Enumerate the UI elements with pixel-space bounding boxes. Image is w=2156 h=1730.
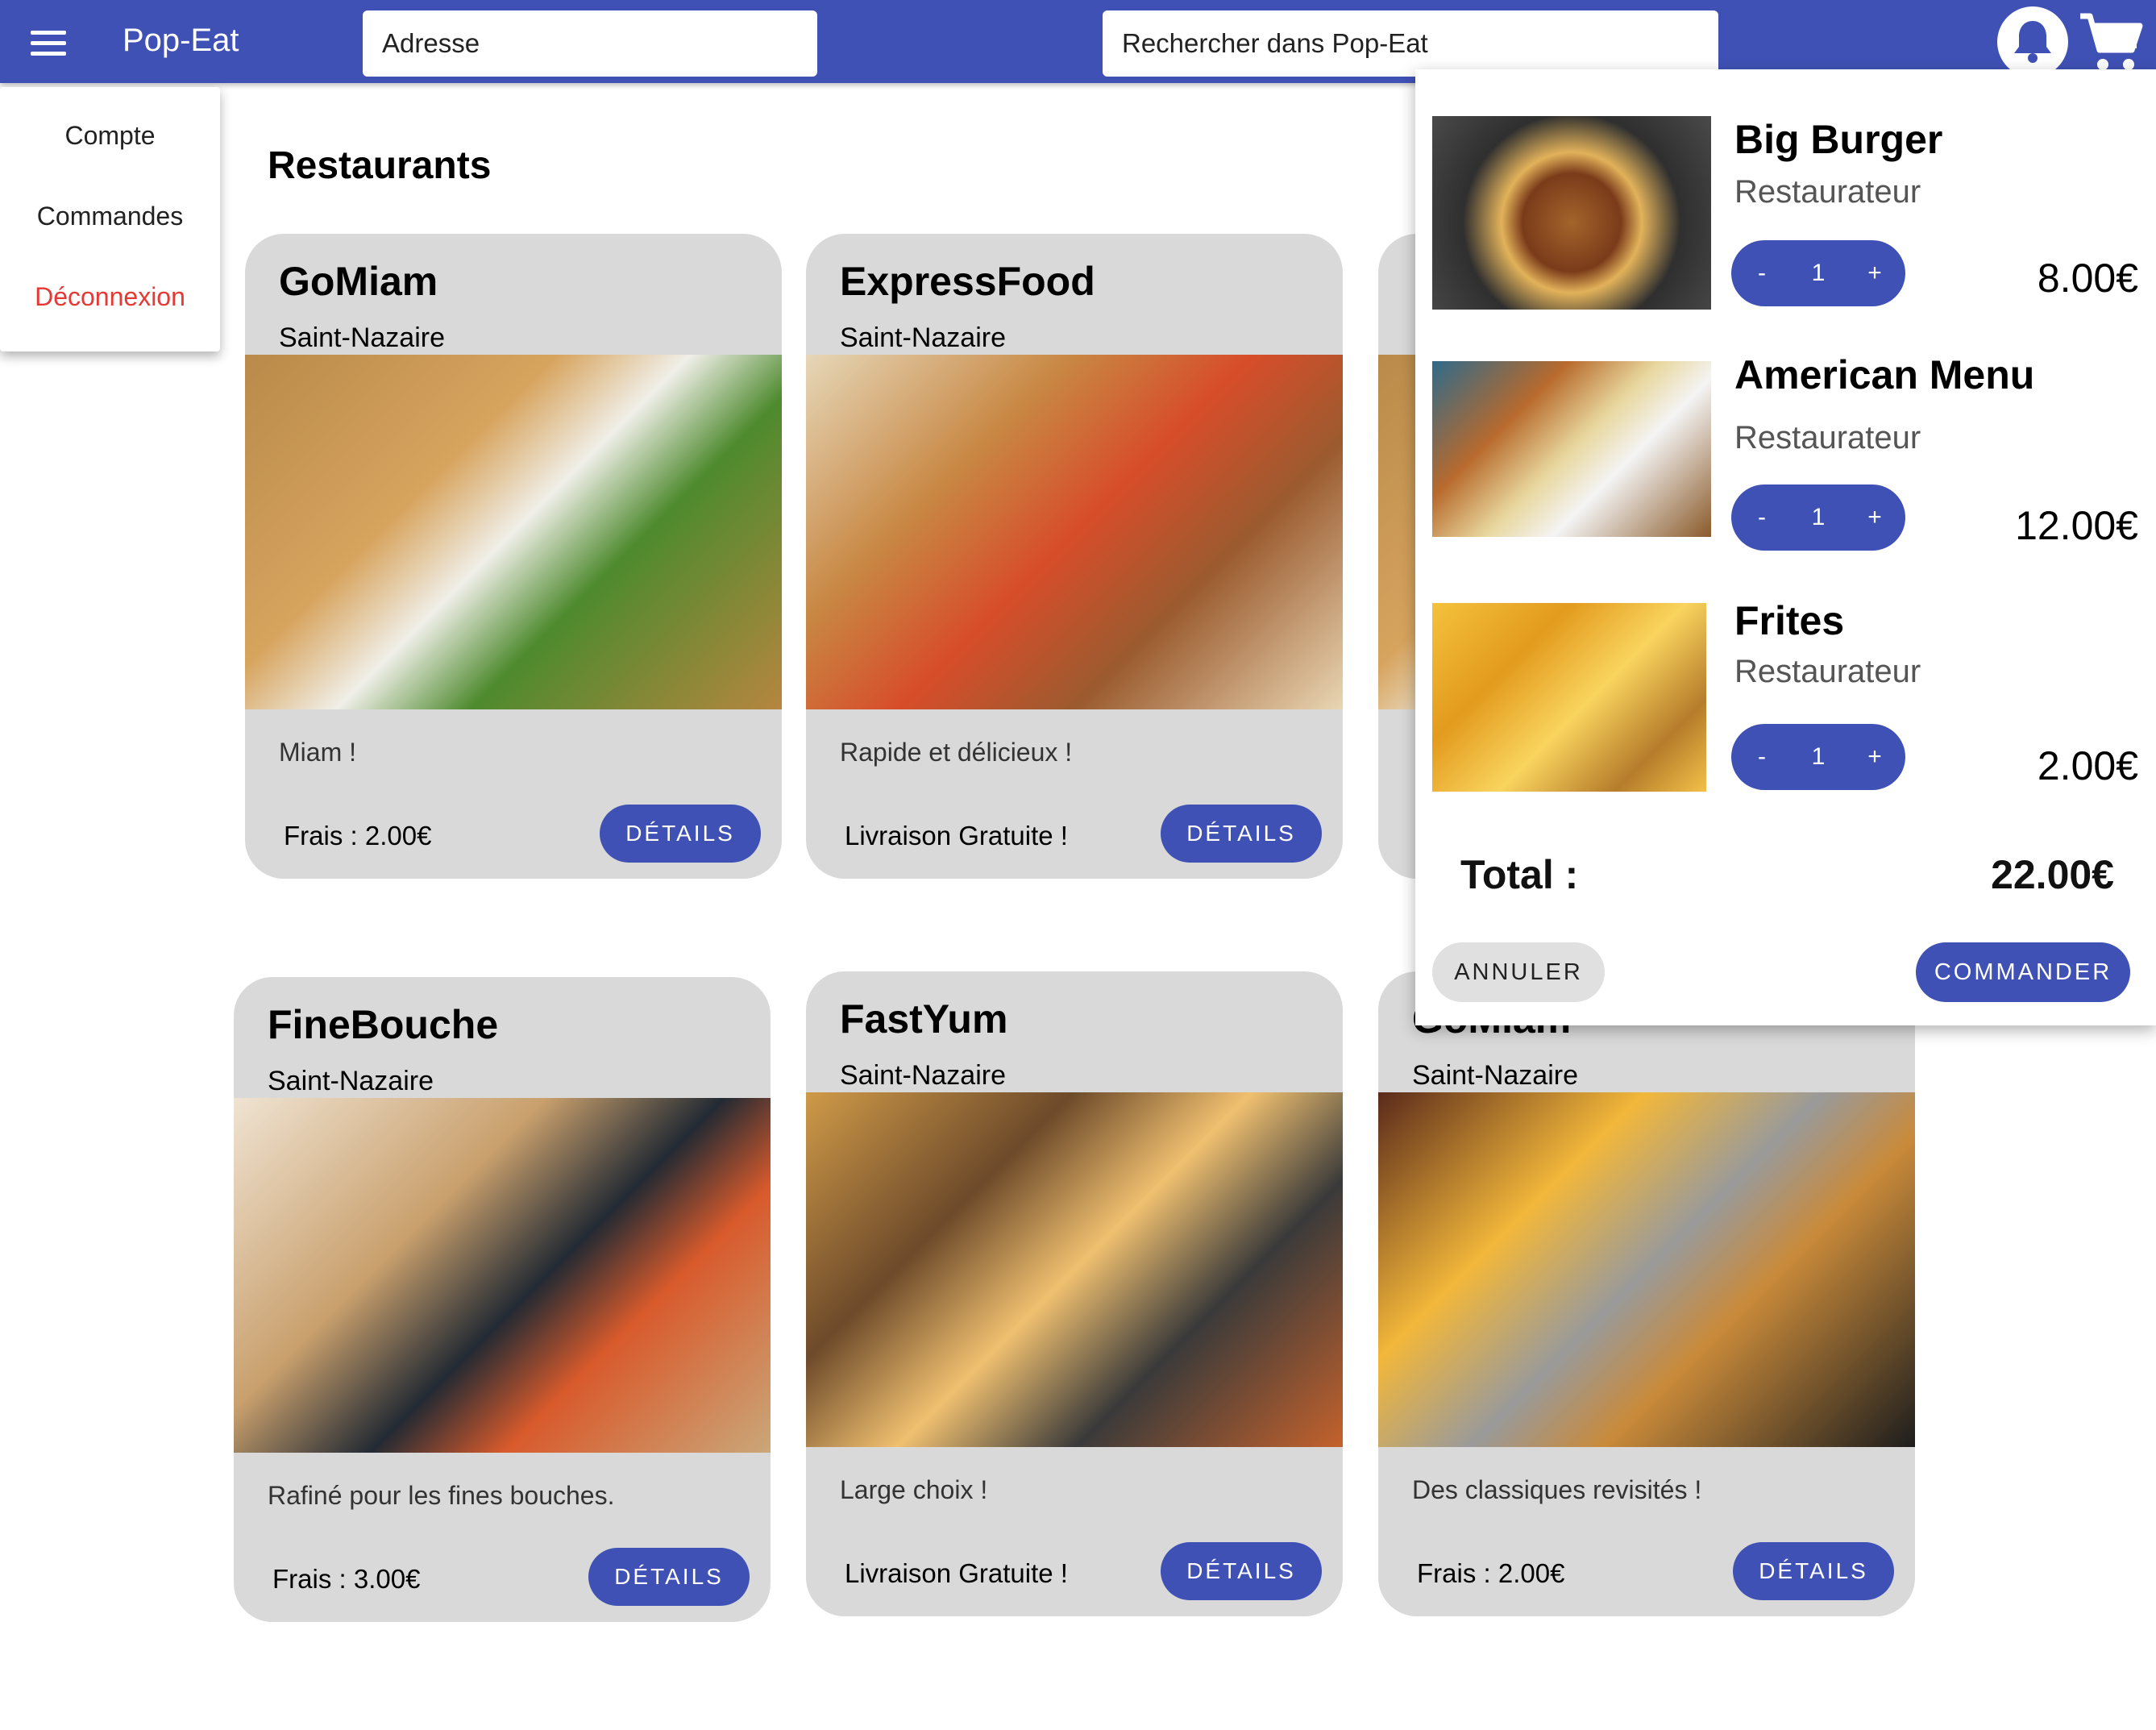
cart-icon[interactable] — [2075, 8, 2145, 77]
restaurant-description: Large choix ! — [840, 1475, 988, 1504]
restaurant-fee: Livraison Gratuite ! — [845, 1558, 1068, 1588]
cart-item-name: American Menu — [1734, 352, 2035, 397]
cart-item-price: 12.00€ — [2015, 503, 2138, 548]
details-button[interactable]: DÉTAILS — [600, 805, 761, 863]
bell-icon[interactable] — [1997, 6, 2068, 77]
cart-item-role: Restaurateur — [1734, 654, 1921, 689]
quantity-value[interactable]: 1 — [1801, 724, 1836, 790]
menu-item-compte[interactable]: Compte — [0, 121, 220, 151]
restaurant-name: GoMiam — [279, 259, 438, 304]
page-title: Restaurants — [268, 144, 492, 187]
quantity-stepper: - 1 + — [1731, 484, 1905, 551]
quantity-stepper: - 1 + — [1731, 724, 1905, 790]
restaurant-name: ExpressFood — [840, 259, 1095, 304]
restaurant-fee: Frais : 3.00€ — [272, 1564, 421, 1594]
quantity-stepper: - 1 + — [1731, 240, 1905, 306]
details-button[interactable]: DÉTAILS — [588, 1548, 750, 1606]
account-menu: Compte Commandes Déconnexion — [0, 87, 220, 351]
quantity-value[interactable]: 1 — [1801, 240, 1836, 306]
order-button[interactable]: COMMANDER — [1916, 942, 2130, 1002]
total-value: 22.00€ — [1991, 852, 2114, 897]
cart-panel: Big Burger Restaurateur - 1 + 8.00€ Amer… — [1415, 69, 2156, 1025]
increase-button[interactable]: + — [1859, 484, 1891, 551]
address-input[interactable] — [363, 10, 817, 77]
restaurant-photo — [245, 355, 782, 709]
restaurant-photo — [1378, 1092, 1915, 1447]
restaurant-fee: Frais : 2.00€ — [284, 821, 432, 850]
restaurant-card[interactable]: ExpressFood Saint-Nazaire Rapide et déli… — [806, 234, 1343, 879]
restaurant-fee: Frais : 2.00€ — [1417, 1558, 1565, 1588]
restaurant-description: Miam ! — [279, 738, 356, 767]
quantity-value[interactable]: 1 — [1801, 484, 1836, 551]
details-button[interactable]: DÉTAILS — [1733, 1542, 1894, 1600]
restaurant-name: FineBouche — [268, 1002, 499, 1047]
details-button[interactable]: DÉTAILS — [1161, 1542, 1322, 1600]
search-input[interactable] — [1103, 10, 1718, 77]
cart-item-photo — [1432, 361, 1711, 537]
cart-item-name: Frites — [1734, 598, 1845, 643]
restaurant-card[interactable]: GoMiam Saint-Nazaire Miam ! Frais : 2.00… — [245, 234, 782, 879]
restaurant-city: Saint-Nazaire — [1412, 1060, 1578, 1091]
cart-item-role: Restaurateur — [1734, 174, 1921, 210]
total-label: Total : — [1460, 852, 1579, 897]
restaurant-card[interactable]: FastYum Saint-Nazaire Large choix ! Livr… — [806, 971, 1343, 1616]
restaurant-photo — [806, 1092, 1343, 1447]
cart-item-role: Restaurateur — [1734, 420, 1921, 455]
cart-item-name: Big Burger — [1734, 117, 1943, 162]
decrease-button[interactable]: - — [1747, 484, 1776, 551]
restaurant-description: Des classiques revisités ! — [1412, 1475, 1702, 1504]
cart-item-photo — [1432, 603, 1706, 792]
restaurant-card[interactable]: FineBouche Saint-Nazaire Rafiné pour les… — [234, 977, 771, 1622]
restaurant-city: Saint-Nazaire — [279, 322, 445, 353]
restaurant-photo — [234, 1098, 771, 1453]
restaurant-photo — [806, 355, 1343, 709]
menu-item-deconnexion[interactable]: Déconnexion — [0, 282, 220, 312]
restaurant-city: Saint-Nazaire — [268, 1066, 434, 1096]
restaurant-card[interactable]: GoMiam Saint-Nazaire Des classiques revi… — [1378, 971, 1915, 1616]
cancel-button[interactable]: ANNULER — [1432, 942, 1605, 1002]
menu-item-commandes[interactable]: Commandes — [0, 202, 220, 231]
restaurant-description: Rapide et délicieux ! — [840, 738, 1073, 767]
increase-button[interactable]: + — [1859, 240, 1891, 306]
cart-item-price: 2.00€ — [2037, 743, 2138, 788]
decrease-button[interactable]: - — [1747, 724, 1776, 790]
restaurant-fee: Livraison Gratuite ! — [845, 821, 1068, 850]
decrease-button[interactable]: - — [1747, 240, 1776, 306]
details-button[interactable]: DÉTAILS — [1161, 805, 1322, 863]
increase-button[interactable]: + — [1859, 724, 1891, 790]
restaurant-name: FastYum — [840, 996, 1008, 1042]
restaurant-city: Saint-Nazaire — [840, 322, 1006, 353]
cart-item-photo — [1432, 116, 1711, 310]
restaurant-description: Rafiné pour les fines bouches. — [268, 1481, 615, 1510]
app-title: Pop-Eat — [123, 23, 239, 58]
cart-item-price: 8.00€ — [2037, 256, 2138, 301]
menu-icon[interactable] — [31, 31, 66, 56]
restaurant-city: Saint-Nazaire — [840, 1060, 1006, 1091]
